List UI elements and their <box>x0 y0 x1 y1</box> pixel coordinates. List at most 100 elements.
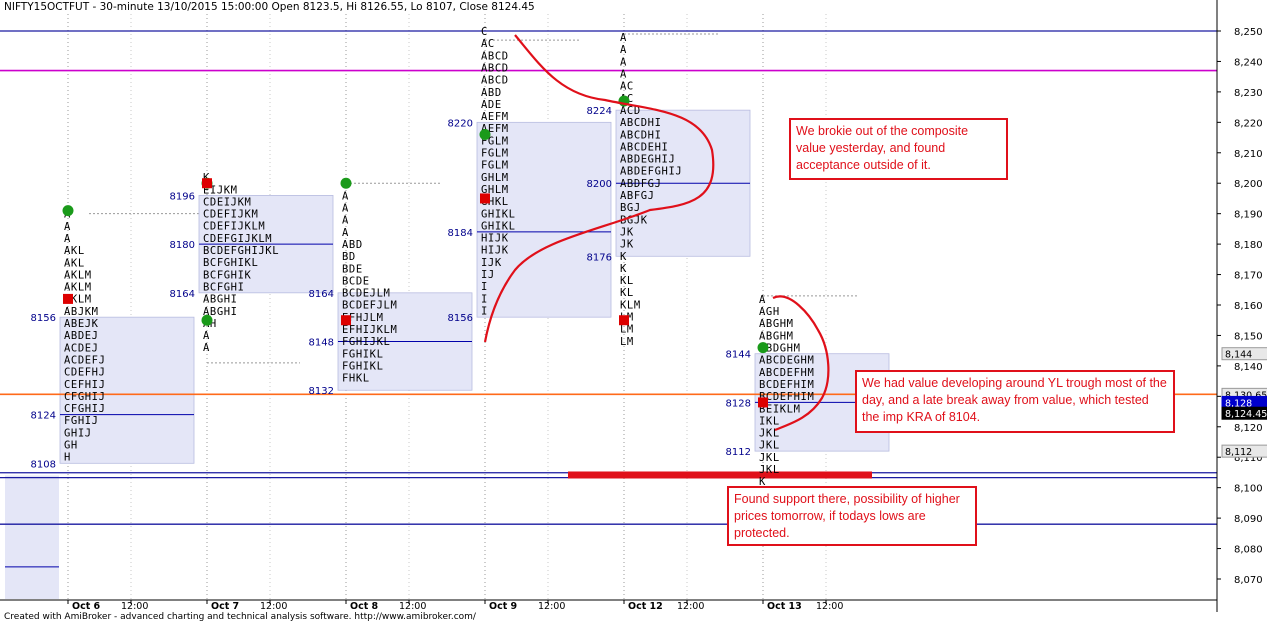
tpo-row: ABCD <box>481 62 509 74</box>
tpo-row: CDEIJKM <box>203 196 251 208</box>
open-marker <box>479 129 491 141</box>
price-tick-label: 8,190 <box>1234 210 1263 221</box>
time-tick-label: Oct 12 <box>628 601 663 612</box>
tpo-row: ABGHM <box>759 330 794 342</box>
tpo-row: BCDEFGHIJKL <box>203 245 279 257</box>
tpo-row: JKL <box>759 440 780 452</box>
value-level-label: 8176 <box>587 252 612 263</box>
price-tick-label: 8,160 <box>1234 301 1263 312</box>
tpo-row: A <box>759 294 766 306</box>
tpo-row: KL <box>620 275 634 287</box>
price-tick-label: 8,120 <box>1234 423 1263 434</box>
tpo-row: GHIJ <box>64 427 92 439</box>
open-marker <box>757 342 769 354</box>
time-tick-label: Oct 9 <box>489 601 517 612</box>
tpo-row: ADE <box>481 99 502 111</box>
tpo-row: A <box>620 69 627 81</box>
price-axis-tag-label: 8,112 <box>1225 447 1252 458</box>
tpo-row: I <box>481 281 488 293</box>
tpo-row: BD <box>342 251 356 263</box>
time-tick-label: Oct 7 <box>211 601 239 612</box>
tpo-row: EFHIJKLM <box>342 324 397 336</box>
tpo-row: FGHIKL <box>342 348 384 360</box>
tpo-row: A <box>342 190 349 202</box>
price-tick-label: 8,070 <box>1234 575 1263 586</box>
tpo-row: A <box>203 330 210 342</box>
tpo-row: C <box>481 26 488 38</box>
price-tick-label: 8,200 <box>1234 179 1263 190</box>
tpo-row: ABD <box>481 87 502 99</box>
tpo-row: CDEFGIJKLM <box>203 233 272 245</box>
tpo-row: I <box>481 305 488 317</box>
tpo-row: K <box>620 263 627 275</box>
tpo-row: CFGHIJ <box>64 391 106 403</box>
market-profile-chart: 8156 8124 8108 8196 8180 8164 8164 8148 8132 8220… <box>0 0 1267 612</box>
value-level-label: 8128 <box>726 398 751 409</box>
tpo-row: CFGHIJ <box>64 403 106 415</box>
tpo-row: A <box>620 32 627 44</box>
tpo-row: IJK <box>481 257 502 269</box>
tpo-row: A <box>203 342 210 354</box>
annotation-breakout: We brokie out of the composite value yes… <box>789 118 1008 180</box>
value-level-label: 8220 <box>448 118 473 129</box>
tpo-row: CDEFHJ <box>64 367 106 379</box>
price-tick-label: 8,100 <box>1234 484 1263 495</box>
tpo-row: AC <box>620 81 634 93</box>
tpo-row: FGHIJKL <box>342 336 390 348</box>
tpo-row: FHKL <box>342 373 370 385</box>
tpo-row: BCFGHIK <box>203 269 252 281</box>
tpo-row: A <box>64 221 71 233</box>
tpo-row: BCDEJLM <box>342 288 390 300</box>
footer-credit: Created with AmiBroker - advanced charti… <box>4 612 476 622</box>
tpo-row: K <box>620 251 627 263</box>
close-marker <box>480 193 490 204</box>
value-level-label: 8148 <box>309 338 334 349</box>
tpo-row: LM <box>620 324 634 336</box>
value-level-label: 8144 <box>726 350 751 361</box>
kra-zone-bar <box>568 471 872 479</box>
open-marker <box>62 205 74 217</box>
close-marker <box>619 315 629 326</box>
chart-title: NIFTY15OCTFUT - 30-minute 13/10/2015 15:… <box>4 1 535 13</box>
tpo-row: ACDEFJ <box>64 354 106 366</box>
tpo-row: AKL <box>64 245 85 257</box>
tpo-row: AEFM <box>481 111 509 123</box>
close-marker <box>758 397 768 408</box>
tpo-row: IKL <box>759 415 780 427</box>
tpo-row: ABCDEFHM <box>759 367 814 379</box>
price-tick-label: 8,180 <box>1234 240 1263 251</box>
tpo-row: JKL <box>759 452 780 464</box>
tpo-row: IJ <box>481 269 495 281</box>
time-tick-label: Oct 6 <box>72 601 101 612</box>
tpo-row: ABGHM <box>759 318 794 330</box>
tpo-row: A <box>342 227 349 239</box>
value-level-label: 8156 <box>448 313 473 324</box>
value-level-label: 8124 <box>31 411 56 422</box>
price-tick-label: 8,090 <box>1234 514 1263 525</box>
tpo-row: ABCDHI <box>620 129 662 141</box>
time-tick-label: Oct 13 <box>767 601 802 612</box>
time-tick-label: 12:00 <box>538 601 565 612</box>
tpo-row: ABCDEHI <box>620 141 668 153</box>
tpo-row: ABCDHI <box>620 117 662 129</box>
value-level-label: 8200 <box>587 179 612 190</box>
tpo-row: LM <box>620 336 634 348</box>
open-marker <box>340 177 352 189</box>
price-tick-label: 8,170 <box>1234 271 1263 282</box>
tpo-row: A <box>620 56 627 68</box>
price-tick-label: 8,080 <box>1234 545 1263 556</box>
tpo-row: GHIKL <box>481 208 516 220</box>
value-level-label: 8132 <box>309 386 334 397</box>
value-level-label: 8164 <box>170 289 195 300</box>
tpo-row: BCFGHI <box>203 281 245 293</box>
price-tick-label: 8,250 <box>1234 27 1263 38</box>
tpo-row: BGJ <box>620 202 641 214</box>
tpo-row: I <box>481 293 488 305</box>
tpo-row: A <box>620 44 627 56</box>
tpo-row: ABFGJ <box>620 190 655 202</box>
tpo-row: A <box>342 203 349 215</box>
tpo-row: AGH <box>759 306 780 318</box>
annotation-value-developing: We had value developing around YL trough… <box>855 370 1175 433</box>
value-level-label: 8156 <box>31 313 56 324</box>
close-marker <box>63 293 73 304</box>
